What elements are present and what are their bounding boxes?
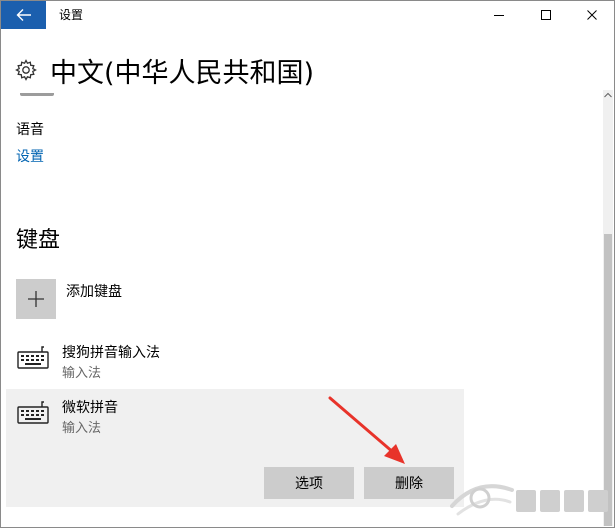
add-keyboard-tile [16, 279, 56, 319]
page-title: 中文(中华人民共和国) [50, 57, 315, 89]
close-button[interactable] [569, 0, 615, 30]
chevron-up-icon [604, 92, 612, 98]
back-arrow-icon [16, 9, 31, 21]
plus-icon [28, 291, 44, 307]
minimize-icon [494, 15, 504, 16]
close-icon [587, 10, 597, 20]
add-keyboard-button[interactable]: 添加键盘 [16, 279, 122, 319]
keyboard-item-type: 输入法 [62, 421, 102, 436]
watermark-logo [450, 484, 608, 516]
speech-label: 语音 [16, 122, 44, 138]
page-header: 中文(中华人民共和国) [14, 52, 315, 89]
keyboard-icon [17, 346, 49, 369]
gear-icon [15, 59, 37, 81]
window-title: 设置 [59, 8, 84, 22]
title-bar: 设置 [0, 0, 615, 30]
keyboard-item-name: 微软拼音 [62, 400, 118, 416]
maximize-icon [541, 10, 551, 20]
keyboard-item-type: 输入法 [62, 366, 102, 381]
add-keyboard-label: 添加键盘 [66, 284, 122, 300]
back-button[interactable] [1, 1, 46, 29]
keyboard-item-sogou[interactable]: 搜狗拼音输入法 输入法 [6, 334, 464, 386]
partially-hidden-element [20, 93, 54, 96]
scroll-up-button[interactable] [604, 91, 612, 99]
keyboard-item-name: 搜狗拼音输入法 [62, 345, 160, 361]
speech-settings-link[interactable]: 设置 [16, 146, 44, 166]
delete-button[interactable]: 删除 [364, 467, 454, 499]
maximize-button[interactable] [523, 0, 569, 30]
keyboard-section-title: 键盘 [16, 228, 61, 253]
options-button[interactable]: 选项 [264, 467, 354, 499]
minimize-button[interactable] [476, 0, 522, 30]
keyboard-icon [17, 401, 49, 424]
keyboard-item-microsoft-pinyin[interactable]: 微软拼音 输入法 选项 删除 [6, 389, 464, 507]
